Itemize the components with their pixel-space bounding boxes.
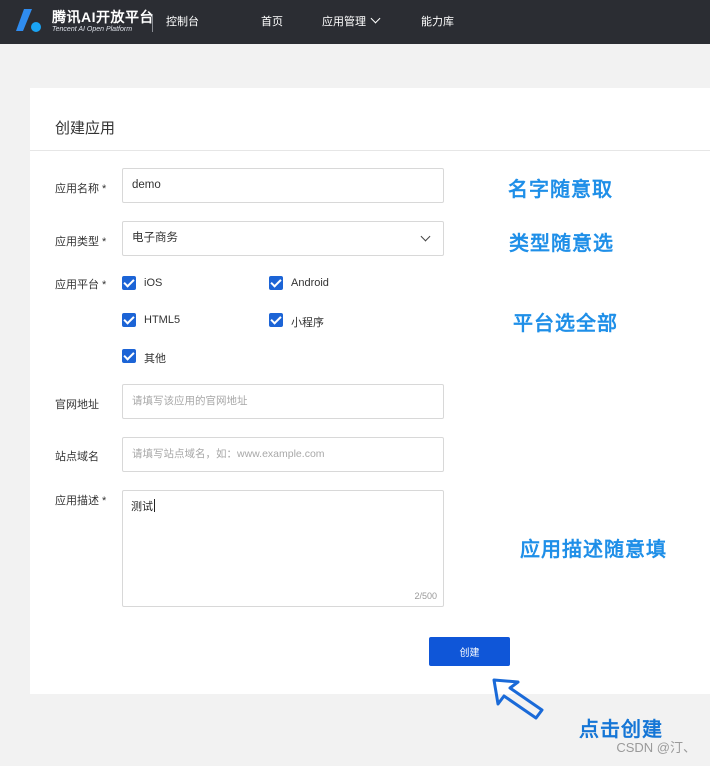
annotation-name-note: 名字随意取 (508, 177, 613, 201)
top-navigation-bar: 腾讯AI开放平台 Tencent AI Open Platform 控制台 首页… (0, 0, 710, 44)
annotation-description-note: 应用描述随意填 (520, 537, 667, 561)
platform-html5-checkbox[interactable] (122, 313, 136, 327)
tencent-ai-logo-icon[interactable] (14, 7, 48, 37)
title-divider (30, 150, 710, 151)
brand-subtitle: Tencent AI Open Platform (52, 26, 133, 33)
website-placeholder: 请填写该应用的官网地址 (132, 395, 248, 407)
app-type-select[interactable]: 电子商务 (122, 221, 444, 256)
annotation-type-note: 类型随意选 (509, 231, 614, 255)
website-input[interactable]: 请填写该应用的官网地址 (122, 384, 444, 419)
platform-other-label[interactable]: 其他 (144, 350, 166, 366)
brand-name: 腾讯AI开放平台 (52, 9, 154, 25)
app-platform-label: 应用平台 * (55, 279, 107, 291)
app-name-value: demo (132, 179, 161, 191)
description-label: 应用描述 * (55, 495, 107, 507)
description-char-counter: 2/500 (414, 591, 437, 601)
chevron-down-icon (420, 231, 431, 242)
create-button[interactable]: 创建 (429, 637, 510, 666)
platform-other-checkbox[interactable] (122, 349, 136, 363)
platform-ios-checkbox[interactable] (122, 276, 136, 290)
nav-home[interactable]: 首页 (261, 16, 283, 29)
app-type-label: 应用类型 * (55, 236, 107, 248)
platform-miniprogram-label[interactable]: 小程序 (291, 314, 324, 330)
annotation-platform-note: 平台选全部 (513, 311, 618, 335)
app-name-label: 应用名称 * (55, 183, 107, 195)
chevron-down-icon (370, 13, 381, 24)
header-divider (152, 14, 153, 32)
domain-input[interactable]: 请填写站点域名，如：www.example.com (122, 437, 444, 472)
domain-label: 站点域名 (55, 451, 99, 463)
description-value: 测试 (131, 501, 153, 513)
description-textarea[interactable]: 测试 2/500 (122, 490, 444, 607)
nav-app-management[interactable]: 应用管理 (322, 13, 381, 29)
arrow-pointer-icon (492, 678, 544, 720)
domain-placeholder: 请填写站点域名，如：www.example.com (132, 448, 325, 460)
description-text: 测试 (131, 498, 155, 514)
app-name-input[interactable]: demo (122, 168, 444, 203)
watermark: CSDN @汀、 (616, 740, 696, 755)
platform-miniprogram-checkbox[interactable] (269, 313, 283, 327)
website-label: 官网地址 (55, 399, 99, 411)
nav-console[interactable]: 控制台 (166, 16, 199, 29)
brand[interactable]: 腾讯AI开放平台 Tencent AI Open Platform (52, 9, 154, 34)
platform-android-checkbox[interactable] (269, 276, 283, 290)
text-caret (154, 499, 155, 512)
platform-android-label[interactable]: Android (291, 277, 329, 289)
platform-ios-label[interactable]: iOS (144, 277, 162, 289)
platform-html5-label[interactable]: HTML5 (144, 314, 180, 326)
page-title: 创建应用 (55, 120, 116, 137)
app-type-value: 电子商务 (132, 232, 178, 244)
nav-app-management-label: 应用管理 (322, 16, 366, 28)
nav-capability-library[interactable]: 能力库 (421, 16, 454, 29)
